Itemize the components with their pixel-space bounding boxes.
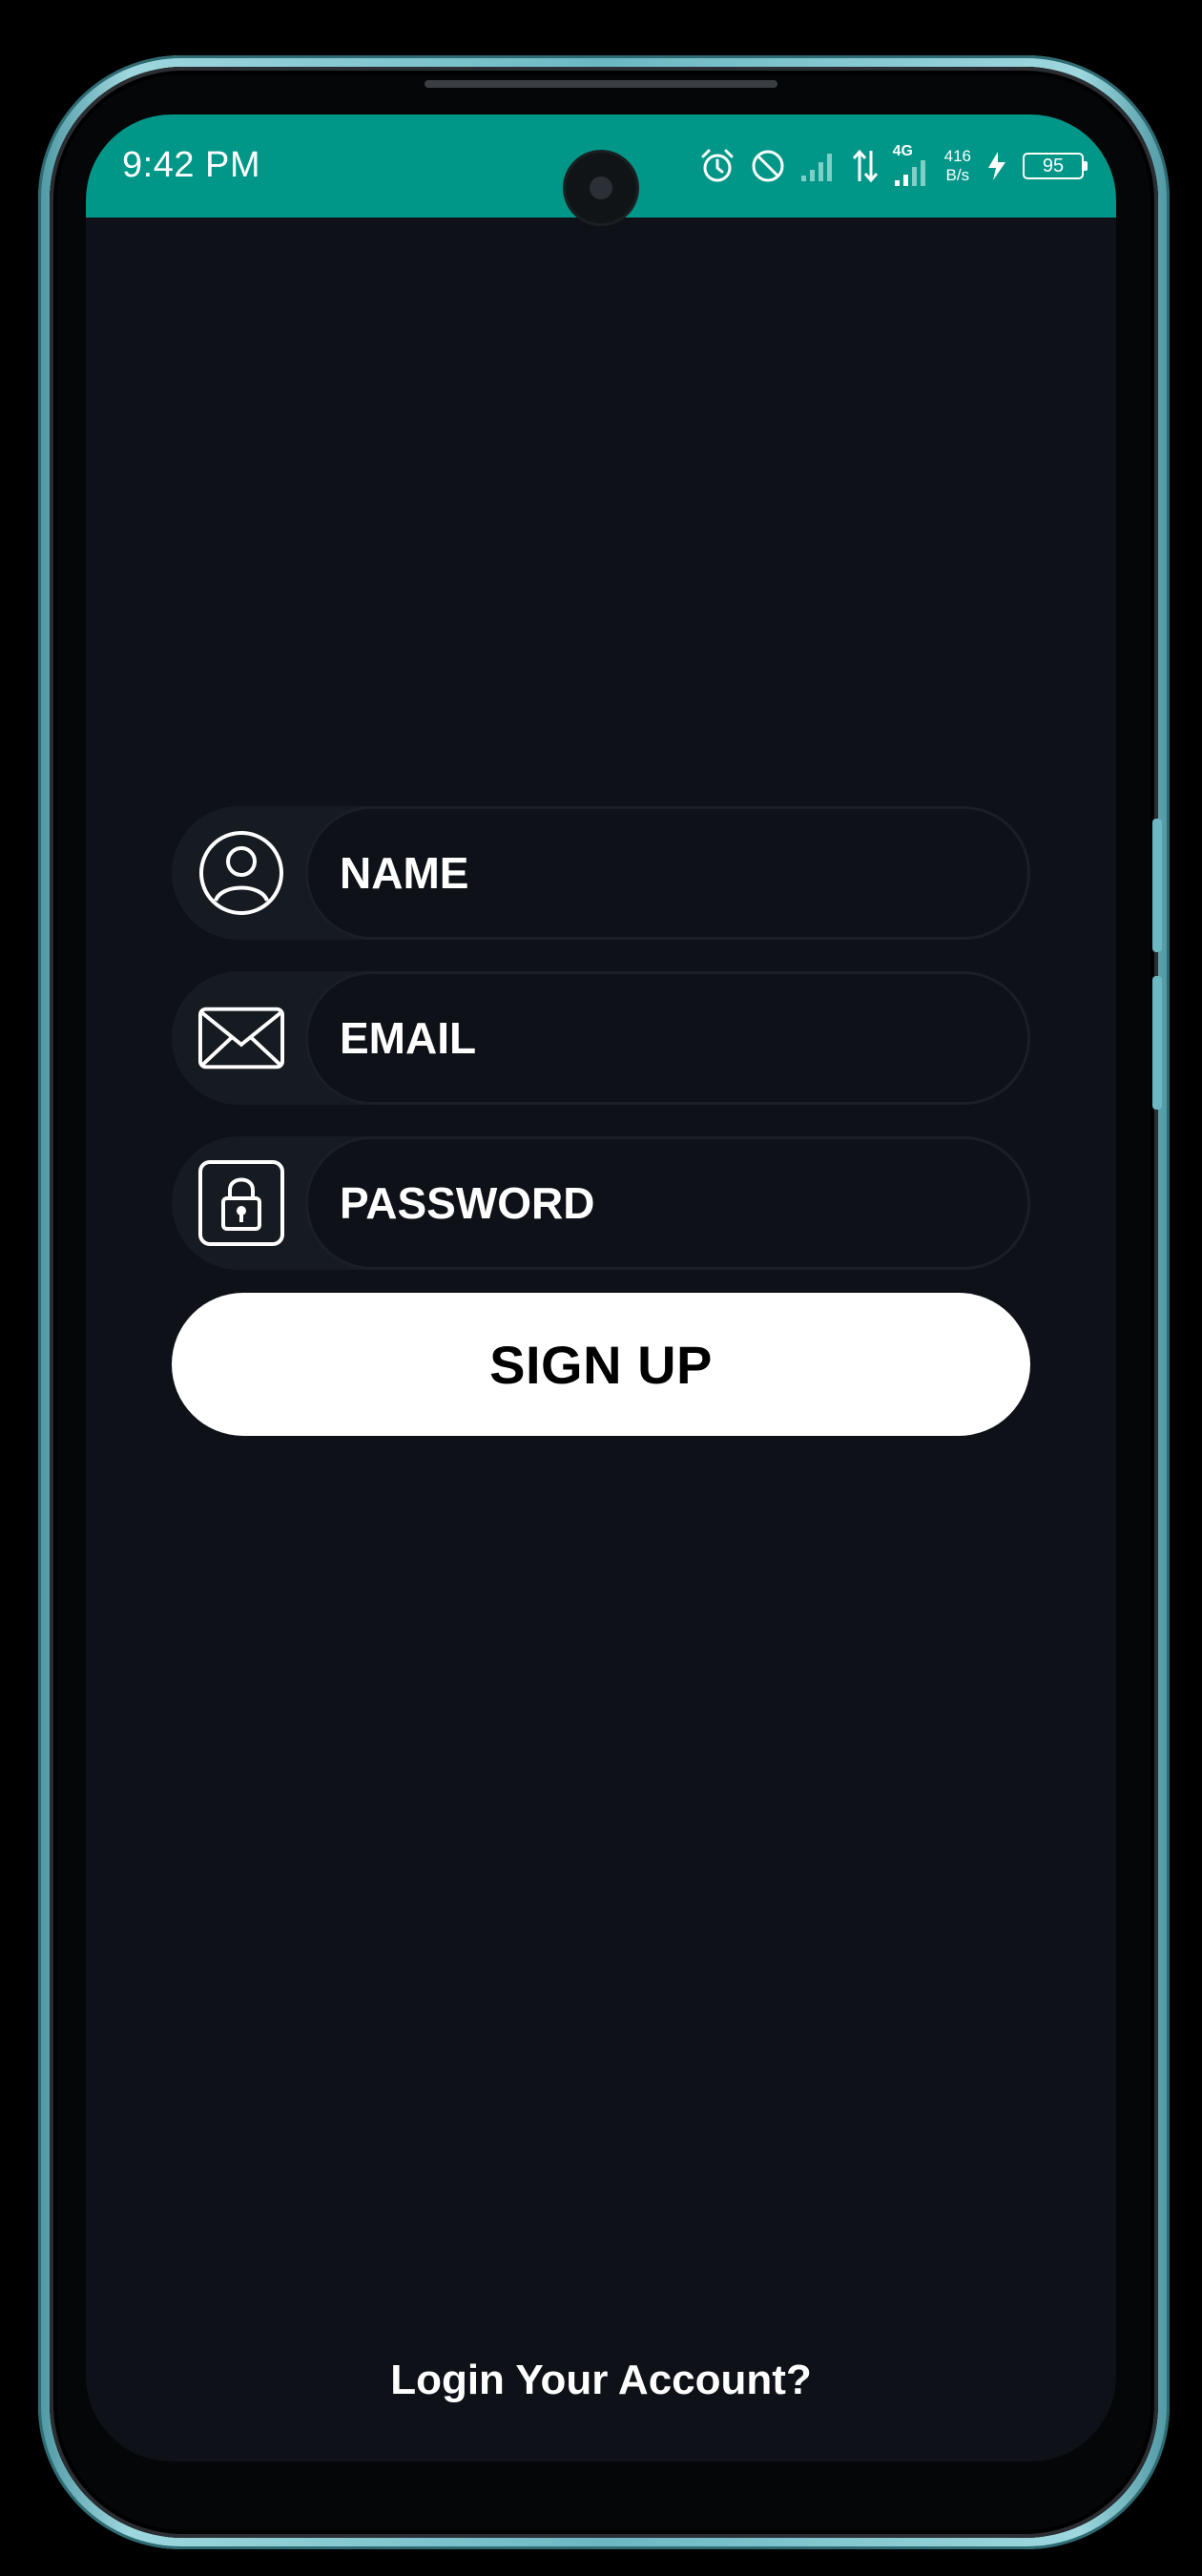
email-field-row: EMAIL bbox=[172, 971, 1030, 1105]
signup-form: NAME EMAIL PASSWORD SIGN UP bbox=[172, 806, 1030, 1436]
status-icons: 4G 416 B/s 95 bbox=[698, 139, 1088, 193]
volume-up-button bbox=[1152, 819, 1162, 952]
name-field-row: NAME bbox=[172, 806, 1030, 940]
login-link[interactable]: Login Your Account? bbox=[86, 2357, 1116, 2404]
battery-level: 95 bbox=[1042, 155, 1065, 177]
password-input[interactable]: PASSWORD bbox=[305, 1136, 1030, 1270]
signal-sim1-icon bbox=[799, 149, 838, 183]
password-field-row: PASSWORD bbox=[172, 1136, 1030, 1270]
battery-icon: 95 bbox=[1023, 153, 1088, 179]
signup-button[interactable]: SIGN UP bbox=[172, 1293, 1030, 1436]
do-not-disturb-icon bbox=[750, 148, 786, 184]
earpiece-speaker bbox=[425, 80, 777, 88]
charging-icon bbox=[984, 150, 1009, 182]
status-bar: 9:42 PM 4G 416 B/s 95 bbox=[86, 114, 1116, 223]
user-icon bbox=[198, 830, 284, 916]
network-speed-value: 416 bbox=[943, 147, 971, 165]
volume-down-button bbox=[1152, 976, 1162, 1110]
data-transfer-icon bbox=[851, 147, 880, 185]
alarm-icon bbox=[698, 147, 736, 185]
name-input[interactable]: NAME bbox=[305, 806, 1030, 940]
status-time: 9:42 PM bbox=[122, 145, 261, 185]
lock-icon bbox=[198, 1160, 284, 1246]
signal-sim2-icon: 4G bbox=[893, 144, 931, 188]
device-scene: 9:42 PM 4G 416 B/s 95 NAME EMAIL PASSWOR… bbox=[0, 0, 1202, 2576]
app-screen: 9:42 PM 4G 416 B/s 95 NAME EMAIL PASSWOR… bbox=[86, 114, 1116, 2462]
network-type-label: 4G bbox=[892, 143, 913, 159]
email-input[interactable]: EMAIL bbox=[305, 971, 1030, 1105]
network-speed-unit: B/s bbox=[945, 166, 970, 184]
network-speed: 416 B/s bbox=[944, 147, 971, 185]
front-camera bbox=[566, 153, 636, 223]
envelope-icon bbox=[198, 995, 284, 1081]
